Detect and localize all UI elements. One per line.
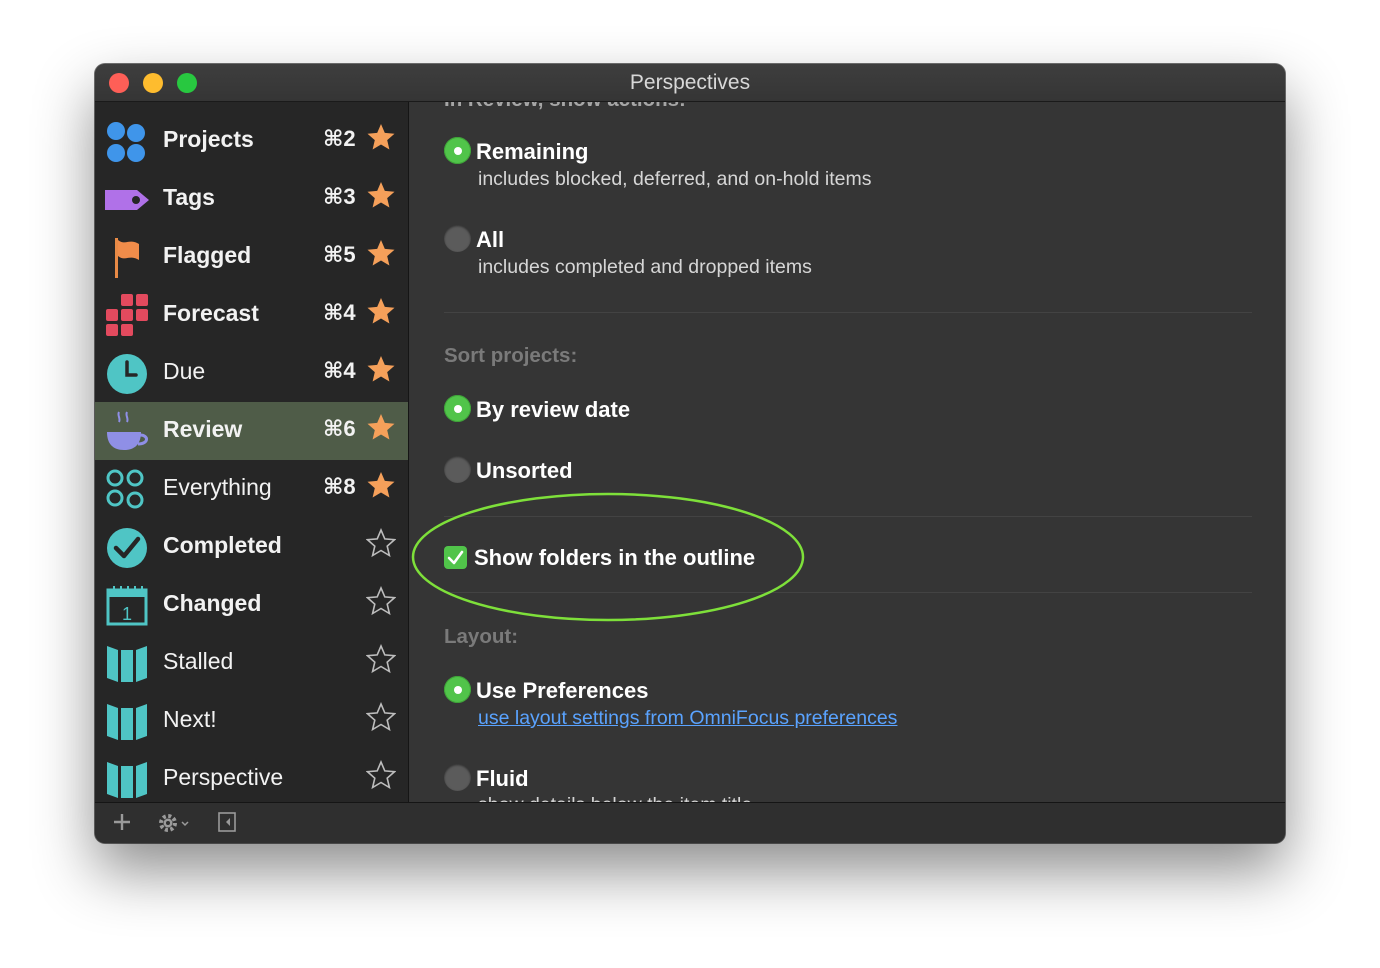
use-preferences-label[interactable]: Use Preferences xyxy=(476,678,648,704)
star-outline-icon[interactable] xyxy=(366,702,396,732)
star-filled-icon[interactable] xyxy=(366,354,396,384)
sidebar-item-stalled[interactable]: Stalled xyxy=(95,634,408,692)
fluid-label[interactable]: Fluid xyxy=(476,766,529,792)
gear-icon[interactable] xyxy=(157,811,195,835)
svg-text:1: 1 xyxy=(122,604,132,624)
sidebar-item-everything[interactable]: Everything ⌘8 xyxy=(95,460,408,518)
sidebar-item-review[interactable]: Review ⌘6 xyxy=(95,402,408,460)
perspectives-window: Perspectives Projects ⌘2 Tags ⌘3 Flagged… xyxy=(95,64,1285,843)
sidebar-item-flagged[interactable]: Flagged ⌘5 xyxy=(95,228,408,286)
divider xyxy=(444,312,1252,313)
unsorted-radio[interactable] xyxy=(444,456,471,483)
sidebar-item-due[interactable]: Due ⌘4 xyxy=(95,344,408,402)
star-outline-icon[interactable] xyxy=(366,586,396,616)
review-show-header: In Review, show actions: xyxy=(444,102,686,112)
sidebar-item-label: Everything xyxy=(163,474,272,500)
checkmark-circle-icon xyxy=(107,528,147,568)
sidebar-item-label: Next! xyxy=(163,706,217,732)
tag-icon xyxy=(105,190,149,210)
by-review-date-radio[interactable] xyxy=(444,395,471,422)
perspective-book-icon xyxy=(107,704,147,740)
perspective-book-icon xyxy=(107,646,147,682)
title-bar[interactable]: Perspectives xyxy=(95,64,1285,102)
show-folders-checkbox[interactable] xyxy=(444,546,467,569)
sidebar-item-changed[interactable]: 1 Changed xyxy=(95,576,408,634)
sidebar-item-label: Tags xyxy=(163,184,215,210)
sidebar-item-label: Due xyxy=(163,358,206,384)
perspectives-sidebar: Projects ⌘2 Tags ⌘3 Flagged ⌘5 Forecast … xyxy=(95,102,409,802)
star-outline-icon[interactable] xyxy=(366,760,396,790)
sidebar-item-next[interactable]: Next! xyxy=(95,692,408,750)
coffee-cup-icon xyxy=(107,411,148,450)
bottom-toolbar xyxy=(95,802,1285,843)
unsorted-label[interactable]: Unsorted xyxy=(476,458,573,484)
show-folders-label[interactable]: Show folders in the outline xyxy=(474,545,755,571)
sidebar-item-label: Completed xyxy=(163,532,282,558)
sidebar-item-shortcut: ⌘6 xyxy=(323,416,356,441)
projects-dots-icon xyxy=(107,122,145,162)
remaining-label[interactable]: Remaining xyxy=(476,139,588,165)
star-filled-icon[interactable] xyxy=(366,296,396,326)
star-filled-icon[interactable] xyxy=(366,180,396,210)
perspective-settings-panel[interactable]: In Review, show actions: Remaining inclu… xyxy=(409,102,1285,802)
star-filled-icon[interactable] xyxy=(366,122,396,152)
sidebar-toggle-icon[interactable] xyxy=(217,811,239,833)
sidebar-item-shortcut: ⌘4 xyxy=(323,300,356,325)
use-preferences-radio[interactable] xyxy=(444,676,471,703)
layout-header: Layout: xyxy=(444,625,519,648)
flag-icon xyxy=(115,238,139,278)
star-filled-icon[interactable] xyxy=(366,470,396,500)
sidebar-item-label: Forecast xyxy=(163,300,259,326)
sidebar-item-completed[interactable]: Completed xyxy=(95,518,408,576)
checkmark-icon xyxy=(447,550,464,565)
sidebar-item-label: Review xyxy=(163,416,243,442)
star-filled-icon[interactable] xyxy=(366,238,396,268)
star-filled-icon[interactable] xyxy=(366,412,396,442)
calendar-icon: 1 xyxy=(106,586,148,626)
divider xyxy=(444,592,1252,593)
sidebar-item-forecast[interactable]: Forecast ⌘4 xyxy=(95,286,408,344)
everything-circles-icon xyxy=(106,469,144,509)
sidebar-item-label: Flagged xyxy=(163,242,252,268)
sidebar-item-projects[interactable]: Projects ⌘2 xyxy=(95,112,408,170)
forecast-grid-icon xyxy=(106,294,148,336)
add-icon[interactable] xyxy=(111,811,133,833)
sidebar-item-label: Projects xyxy=(163,126,254,152)
sidebar-item-perspective[interactable]: Perspective xyxy=(95,750,408,802)
sidebar-item-shortcut: ⌘5 xyxy=(323,242,356,267)
remaining-description: includes blocked, deferred, and on-hold … xyxy=(478,168,872,190)
sidebar-item-shortcut: ⌘8 xyxy=(323,474,356,499)
fluid-radio[interactable] xyxy=(444,764,471,791)
all-description: includes completed and dropped items xyxy=(478,256,812,278)
by-review-date-label[interactable]: By review date xyxy=(476,397,630,423)
sort-projects-header: Sort projects: xyxy=(444,344,578,367)
sidebar-item-tags[interactable]: Tags ⌘3 xyxy=(95,170,408,228)
sidebar-item-label: Changed xyxy=(163,590,262,616)
all-radio[interactable] xyxy=(444,225,471,252)
sidebar-item-shortcut: ⌘4 xyxy=(323,358,356,383)
star-outline-icon[interactable] xyxy=(366,528,396,558)
sidebar-item-label: Stalled xyxy=(163,648,234,674)
remaining-radio[interactable] xyxy=(444,137,471,164)
all-label[interactable]: All xyxy=(476,227,504,253)
layout-preferences-link[interactable]: use layout settings from OmniFocus prefe… xyxy=(478,707,897,730)
clock-icon xyxy=(107,354,147,394)
divider xyxy=(444,516,1252,517)
sidebar-item-label: Perspective xyxy=(163,764,284,790)
window-title: Perspectives xyxy=(629,71,751,94)
fluid-description: show details below the item title xyxy=(478,794,752,802)
star-outline-icon[interactable] xyxy=(366,644,396,674)
sidebar-item-shortcut: ⌘3 xyxy=(323,184,356,209)
sidebar-item-shortcut: ⌘2 xyxy=(323,126,356,151)
perspective-book-icon xyxy=(107,762,147,798)
